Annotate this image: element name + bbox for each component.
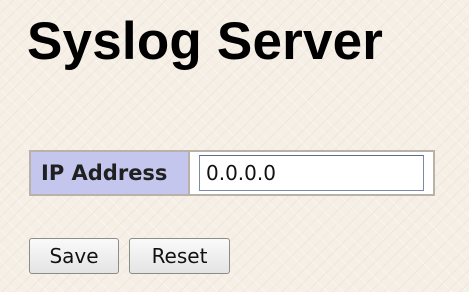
page-title: Syslog Server <box>27 12 384 71</box>
ip-address-label: IP Address <box>30 151 189 195</box>
ip-address-row: IP Address <box>30 151 434 195</box>
ip-address-cell <box>189 151 434 195</box>
ip-address-input[interactable] <box>199 155 424 191</box>
save-button[interactable]: Save <box>29 238 119 274</box>
reset-button[interactable]: Reset <box>129 238 230 274</box>
syslog-config-table: IP Address <box>29 150 435 196</box>
